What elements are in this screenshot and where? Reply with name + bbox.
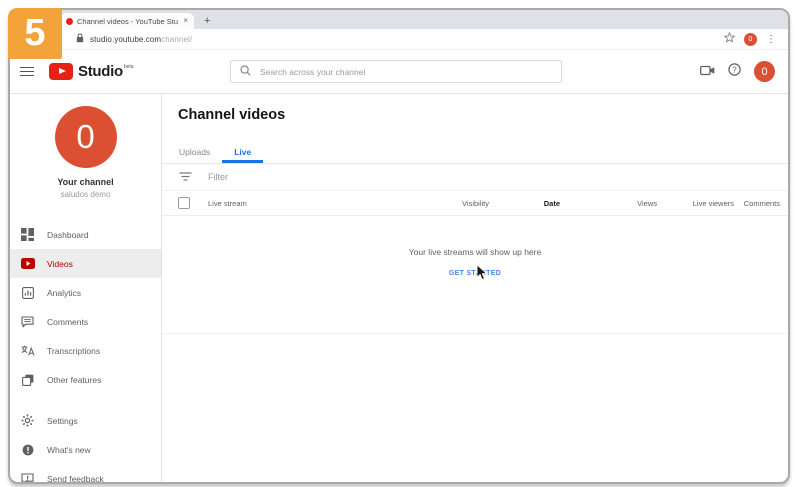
sidebar-item-comments[interactable]: Comments bbox=[10, 307, 161, 336]
studio-header: Studio beta ? 0 bbox=[10, 50, 788, 94]
mouse-cursor-icon bbox=[476, 264, 488, 286]
youtube-studio-logo[interactable]: Studio beta bbox=[49, 63, 134, 80]
column-visibility: Visibility bbox=[369, 199, 489, 208]
sidebar: 0 Your channel saludos demo Dashboard bbox=[10, 94, 162, 482]
account-avatar[interactable]: 0 bbox=[754, 61, 775, 82]
browser-tab-strip: Channel videos - YouTube Stu × + bbox=[10, 10, 788, 29]
empty-state: Your live streams will show up here GET … bbox=[162, 216, 788, 334]
filter-bar bbox=[162, 164, 788, 191]
browser-profile-avatar[interactable]: 0 bbox=[744, 33, 757, 46]
sidebar-item-analytics[interactable]: Analytics bbox=[10, 278, 161, 307]
live-streams-table-header: Live stream Visibility Date Views Live v… bbox=[162, 191, 788, 216]
create-video-camcorder-icon[interactable] bbox=[700, 63, 715, 81]
url-path: channel/ bbox=[161, 35, 192, 44]
sidebar-item-settings[interactable]: Settings bbox=[10, 406, 161, 435]
logo-text: Studio bbox=[78, 63, 123, 80]
hamburger-menu-icon[interactable] bbox=[20, 67, 34, 77]
column-live-viewers: Live viewers bbox=[657, 199, 734, 208]
tab-close-icon[interactable]: × bbox=[183, 17, 188, 25]
bookmark-star-icon[interactable] bbox=[724, 30, 735, 48]
sidebar-item-other-features[interactable]: Other features bbox=[10, 365, 161, 394]
browser-menu-icon[interactable]: ⋮ bbox=[766, 34, 776, 45]
feedback-icon bbox=[20, 471, 35, 484]
sidebar-menu: Dashboard Videos Analytics bbox=[10, 220, 161, 394]
other-features-icon bbox=[20, 372, 35, 387]
translate-icon bbox=[20, 343, 35, 358]
browser-address-bar[interactable]: studio.youtube.comchannel/ 0 ⋮ bbox=[10, 29, 788, 50]
studio-header-actions: ? 0 bbox=[700, 61, 775, 82]
sidebar-item-label: Send feedback bbox=[47, 474, 104, 484]
column-live-stream: Live stream bbox=[208, 199, 369, 208]
sidebar-item-whats-new[interactable]: What's new bbox=[10, 435, 161, 464]
sidebar-footer-menu: Settings What's new Send feedback bbox=[10, 406, 161, 484]
page-title: Channel videos bbox=[162, 107, 788, 123]
filter-input[interactable] bbox=[208, 172, 428, 182]
sidebar-item-dashboard[interactable]: Dashboard bbox=[10, 220, 161, 249]
browser-toolbar-actions: 0 ⋮ bbox=[724, 30, 776, 48]
tab-uploads[interactable]: Uploads bbox=[167, 147, 222, 163]
filter-icon[interactable] bbox=[179, 168, 192, 186]
channel-search-box[interactable] bbox=[230, 60, 562, 83]
content-tabs: Uploads Live bbox=[162, 147, 788, 163]
channel-name: saludos demo bbox=[10, 190, 161, 199]
logo-beta-superscript: beta bbox=[124, 64, 134, 70]
search-input[interactable] bbox=[260, 67, 552, 77]
sidebar-item-label: Comments bbox=[47, 317, 88, 327]
sidebar-item-transcriptions[interactable]: Transcriptions bbox=[10, 336, 161, 365]
empty-state-message: Your live streams will show up here bbox=[409, 247, 541, 257]
search-icon bbox=[240, 63, 251, 81]
get-started-link[interactable]: GET STARTED bbox=[449, 270, 501, 277]
comments-icon bbox=[20, 314, 35, 329]
sidebar-item-label: Settings bbox=[47, 416, 78, 426]
help-icon[interactable]: ? bbox=[728, 63, 741, 81]
sidebar-item-label: Videos bbox=[47, 259, 73, 269]
channel-avatar[interactable]: 0 bbox=[55, 106, 117, 168]
url-text: studio.youtube.comchannel/ bbox=[90, 35, 192, 44]
tab-live[interactable]: Live bbox=[222, 147, 263, 163]
screenshot-canvas: 5 Channel videos - YouTube Stu × + studi… bbox=[0, 0, 796, 487]
lock-icon bbox=[76, 30, 84, 48]
column-comments: Comments bbox=[734, 199, 780, 208]
sidebar-item-label: Other features bbox=[47, 375, 101, 385]
analytics-icon bbox=[20, 285, 35, 300]
sidebar-item-videos[interactable]: Videos bbox=[10, 249, 161, 278]
column-date-sort[interactable]: Date bbox=[489, 199, 560, 208]
sidebar-item-label: What's new bbox=[47, 445, 91, 455]
select-all-checkbox[interactable] bbox=[178, 197, 190, 209]
sidebar-item-send-feedback[interactable]: Send feedback bbox=[10, 464, 161, 484]
sidebar-item-label: Dashboard bbox=[47, 230, 89, 240]
sidebar-item-label: Analytics bbox=[47, 288, 81, 298]
gear-icon bbox=[20, 413, 35, 428]
column-views: Views bbox=[560, 199, 657, 208]
studio-body: 0 Your channel saludos demo Dashboard bbox=[10, 94, 788, 482]
step-number-badge: 5 bbox=[8, 8, 62, 59]
new-tab-button[interactable]: + bbox=[204, 16, 210, 27]
dashboard-icon bbox=[20, 227, 35, 242]
page-title-block: Channel videos Uploads Live bbox=[162, 94, 788, 164]
videos-icon bbox=[20, 256, 35, 271]
tab-title: Channel videos - YouTube Stu bbox=[77, 17, 179, 26]
browser-tab[interactable]: Channel videos - YouTube Stu × bbox=[60, 13, 194, 29]
whats-new-icon bbox=[20, 442, 35, 457]
channel-title: Your channel bbox=[10, 177, 161, 187]
channel-block: 0 Your channel saludos demo bbox=[10, 94, 161, 199]
youtube-studio-favicon-icon bbox=[66, 18, 73, 25]
main-content: Channel videos Uploads Live Live stream bbox=[162, 94, 788, 482]
browser-window: Channel videos - YouTube Stu × + studio.… bbox=[8, 8, 790, 484]
empty-area bbox=[162, 334, 788, 482]
youtube-play-icon bbox=[49, 63, 73, 80]
url-host: studio.youtube.com bbox=[90, 35, 161, 44]
sidebar-item-label: Transcriptions bbox=[47, 346, 100, 356]
step-number: 5 bbox=[24, 12, 45, 55]
empty-state-cta-row: GET STARTED bbox=[449, 262, 501, 280]
svg-text:?: ? bbox=[732, 65, 737, 74]
